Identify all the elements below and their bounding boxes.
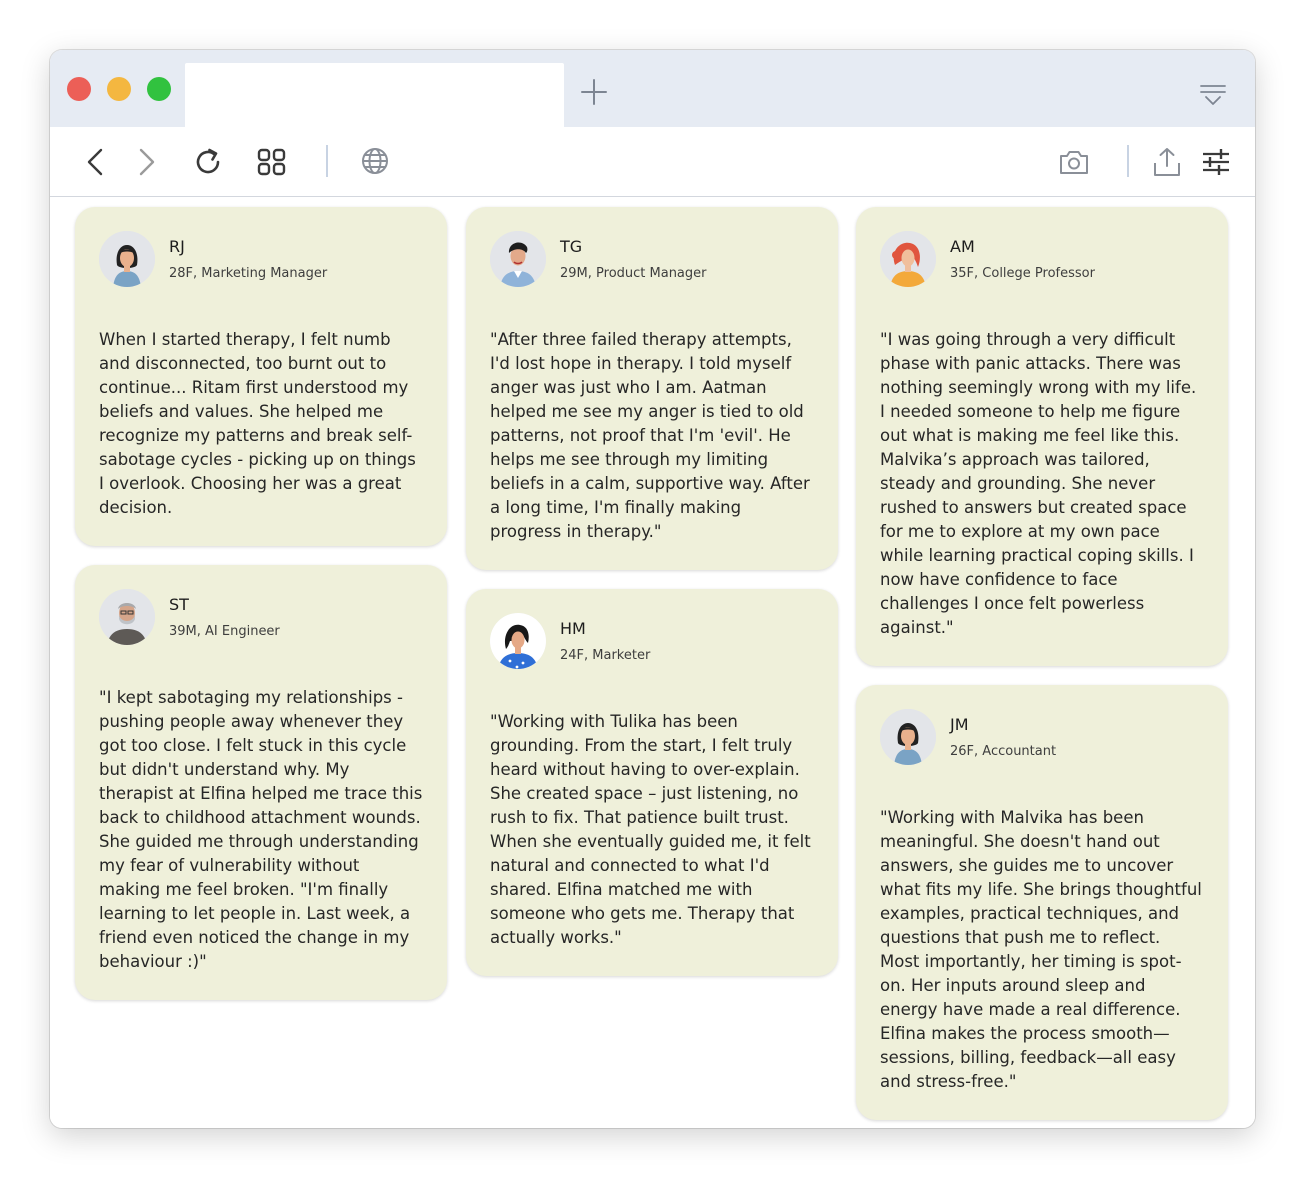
chevron-right-icon[interactable] bbox=[130, 146, 162, 178]
reviewer-initials: JM bbox=[950, 715, 969, 734]
reviewer-initials: HM bbox=[560, 619, 586, 638]
share-icon[interactable] bbox=[1151, 146, 1183, 178]
avatar-am bbox=[880, 231, 936, 287]
reviewer-initials: AM bbox=[950, 237, 975, 256]
browser-window: RJ 28F, Marketing Manager When I started… bbox=[50, 50, 1255, 1128]
close-window-button[interactable] bbox=[67, 77, 91, 101]
testimonial-card: HM 24F, Marketer "Working with Tulika ha… bbox=[466, 589, 838, 976]
reviewer-details: 29M, Product Manager bbox=[560, 266, 707, 281]
avatar-tg bbox=[490, 231, 546, 287]
testimonial-card: TG 29M, Product Manager "After three fai… bbox=[466, 207, 838, 570]
testimonial-card: JM 26F, Accountant "Working with Malvika… bbox=[856, 685, 1228, 1120]
active-tab[interactable] bbox=[185, 63, 564, 127]
toolbar-divider bbox=[1127, 145, 1129, 177]
testimonial-column: TG 29M, Product Manager "After three fai… bbox=[466, 207, 838, 995]
testimonial-quote: "I kept sabotaging my relationships - pu… bbox=[99, 688, 423, 971]
testimonial-card: ST 39M, AI Engineer "I kept sabotaging m… bbox=[75, 565, 447, 1000]
testimonial-card: RJ 28F, Marketing Manager When I started… bbox=[75, 207, 447, 546]
chevron-left-icon[interactable] bbox=[80, 146, 112, 178]
testimonial-quote: "Working with Malvika has been meaningfu… bbox=[880, 808, 1202, 1091]
new-tab-plus-icon[interactable] bbox=[579, 77, 609, 107]
reviewer-details: 39M, AI Engineer bbox=[169, 624, 280, 639]
reload-icon[interactable] bbox=[192, 146, 224, 178]
minimize-window-button[interactable] bbox=[107, 77, 131, 101]
reviewer-details: 24F, Marketer bbox=[560, 648, 651, 663]
reviewer-details: 28F, Marketing Manager bbox=[169, 266, 328, 281]
toolbar-divider bbox=[326, 145, 328, 177]
testimonial-quote: "Working with Tulika has been grounding.… bbox=[490, 712, 811, 947]
reviewer-initials: ST bbox=[169, 595, 189, 614]
avatar-jm bbox=[880, 709, 936, 765]
tab-list-icon[interactable] bbox=[1198, 80, 1228, 110]
sliders-icon[interactable] bbox=[1200, 146, 1232, 178]
reviewer-details: 26F, Accountant bbox=[950, 744, 1057, 759]
grid-icon[interactable] bbox=[256, 146, 288, 178]
reviewer-details: 35F, College Professor bbox=[950, 266, 1095, 281]
testimonial-card: AM 35F, College Professor "I was going t… bbox=[856, 207, 1228, 666]
avatar-rj bbox=[99, 231, 155, 287]
reviewer-initials: TG bbox=[560, 237, 583, 256]
testimonial-column: RJ 28F, Marketing Manager When I started… bbox=[75, 207, 447, 1019]
testimonial-quote: When I started therapy, I felt numb and … bbox=[99, 330, 416, 517]
maximize-window-button[interactable] bbox=[147, 77, 171, 101]
testimonial-quote: "After three failed therapy attempts, I'… bbox=[490, 330, 810, 541]
avatar-st bbox=[99, 589, 155, 645]
tab-bar bbox=[50, 50, 1255, 127]
reviewer-initials: RJ bbox=[169, 237, 185, 256]
camera-icon[interactable] bbox=[1058, 146, 1090, 178]
page-content: RJ 28F, Marketing Manager When I started… bbox=[50, 197, 1255, 1128]
globe-icon[interactable] bbox=[359, 146, 391, 178]
testimonial-column: AM 35F, College Professor "I was going t… bbox=[856, 207, 1228, 1128]
testimonial-quote: "I was going through a very difficult ph… bbox=[880, 330, 1197, 637]
toolbar bbox=[50, 127, 1255, 197]
avatar-hm bbox=[490, 613, 546, 669]
